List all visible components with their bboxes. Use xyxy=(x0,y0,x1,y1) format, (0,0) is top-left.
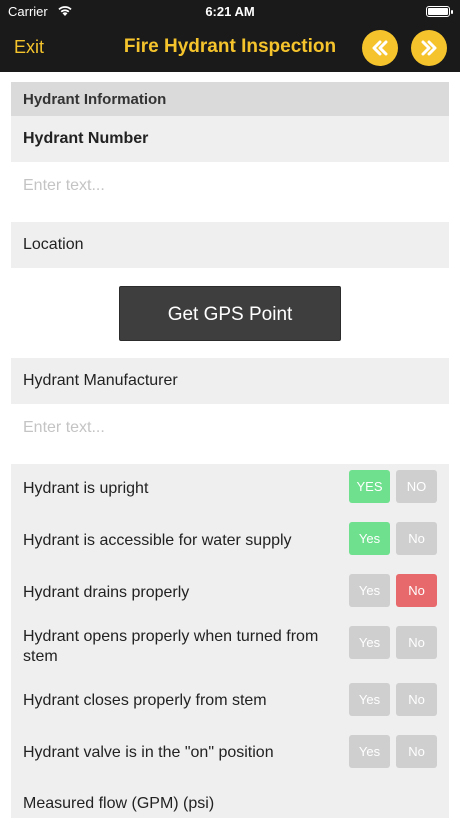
battery-icon xyxy=(426,6,453,17)
yes-button[interactable]: YES xyxy=(349,470,390,503)
yes-button[interactable]: Yes xyxy=(349,626,390,659)
form-content[interactable]: Hydrant Information Hydrant Number Locat… xyxy=(0,72,460,818)
hydrant-number-label: Hydrant Number xyxy=(11,116,449,162)
measured-flow-label: Measured flow (GPM) (psi) xyxy=(23,795,215,812)
question-row: Hydrant is upright YES NO xyxy=(11,464,449,516)
section-header: Hydrant Information xyxy=(11,82,449,116)
yes-button[interactable]: Yes xyxy=(349,522,390,555)
screen: Carrier 6:21 AM Exit Fire Hydrant Inspec… xyxy=(0,0,460,818)
previous-button[interactable] xyxy=(362,30,398,66)
status-time: 6:21 AM xyxy=(205,4,255,19)
hydrant-manufacturer-label: Hydrant Manufacturer xyxy=(11,358,449,404)
yes-button[interactable]: Yes xyxy=(349,735,390,768)
double-chevron-right-icon xyxy=(421,40,437,56)
question-row: Hydrant drains properly Yes No xyxy=(11,568,449,620)
question-label: Hydrant closes properly from stem xyxy=(23,692,267,709)
status-bar: Carrier 6:21 AM xyxy=(0,0,460,24)
question-label: Hydrant valve is in the "on" position xyxy=(23,744,274,761)
question-row: Hydrant opens properly when turned from … xyxy=(11,620,449,680)
navigation-bar: Exit Fire Hydrant Inspection xyxy=(0,24,460,72)
no-button[interactable]: No xyxy=(396,574,437,607)
inspection-questions: Hydrant is upright YES NO Hydrant is acc… xyxy=(11,464,449,818)
page-title: Fire Hydrant Inspection xyxy=(123,36,337,57)
question-row: Hydrant valve is in the "on" position Ye… xyxy=(11,732,449,784)
question-row: Hydrant is accessible for water supply Y… xyxy=(11,516,449,568)
get-gps-point-button[interactable]: Get GPS Point xyxy=(119,286,341,341)
exit-button[interactable]: Exit xyxy=(14,37,44,58)
hydrant-number-input[interactable] xyxy=(11,164,449,208)
no-button[interactable]: No xyxy=(396,522,437,555)
hydrant-manufacturer-input[interactable] xyxy=(11,406,449,450)
yes-button[interactable]: Yes xyxy=(349,683,390,716)
question-row: Hydrant closes properly from stem Yes No xyxy=(11,680,449,732)
no-button[interactable]: No xyxy=(396,683,437,716)
location-label: Location xyxy=(11,222,449,268)
question-label: Hydrant is upright xyxy=(23,480,149,497)
question-label: Hydrant drains properly xyxy=(23,584,190,601)
question-label: Hydrant is accessible for water supply xyxy=(23,532,292,549)
no-button[interactable]: NO xyxy=(396,470,437,503)
question-label: Hydrant opens properly when turned from … xyxy=(23,628,319,665)
no-button[interactable]: No xyxy=(396,626,437,659)
double-chevron-left-icon xyxy=(372,40,388,56)
next-button[interactable] xyxy=(411,30,447,66)
yes-button[interactable]: Yes xyxy=(349,574,390,607)
no-button[interactable]: No xyxy=(396,735,437,768)
